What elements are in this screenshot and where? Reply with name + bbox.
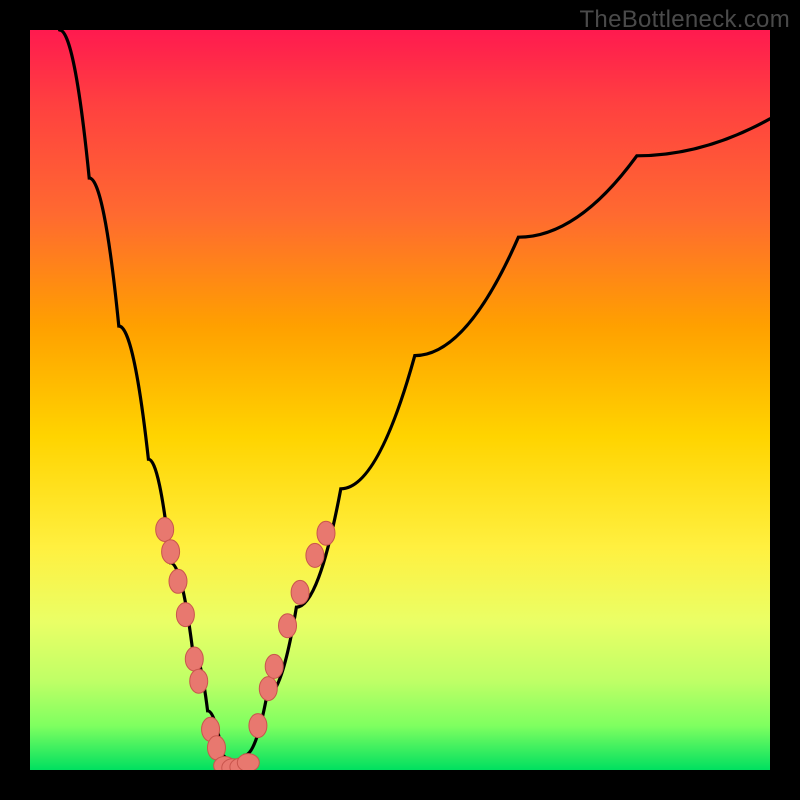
data-bead bbox=[291, 580, 309, 604]
left-curve bbox=[60, 30, 230, 770]
data-bead bbox=[190, 669, 208, 693]
chart-svg bbox=[30, 30, 770, 770]
right-curve bbox=[245, 119, 770, 755]
data-bead bbox=[162, 540, 180, 564]
data-bead bbox=[249, 714, 267, 738]
data-bead bbox=[237, 754, 259, 770]
chart-frame: TheBottleneck.com bbox=[0, 0, 800, 800]
beads-group bbox=[156, 518, 335, 771]
data-bead bbox=[279, 614, 297, 638]
data-bead bbox=[259, 677, 277, 701]
data-bead bbox=[169, 569, 187, 593]
data-bead bbox=[306, 543, 324, 567]
plot-area bbox=[30, 30, 770, 770]
data-bead bbox=[317, 521, 335, 545]
data-bead bbox=[156, 518, 174, 542]
data-bead bbox=[265, 654, 283, 678]
data-bead bbox=[176, 603, 194, 627]
data-bead bbox=[185, 647, 203, 671]
